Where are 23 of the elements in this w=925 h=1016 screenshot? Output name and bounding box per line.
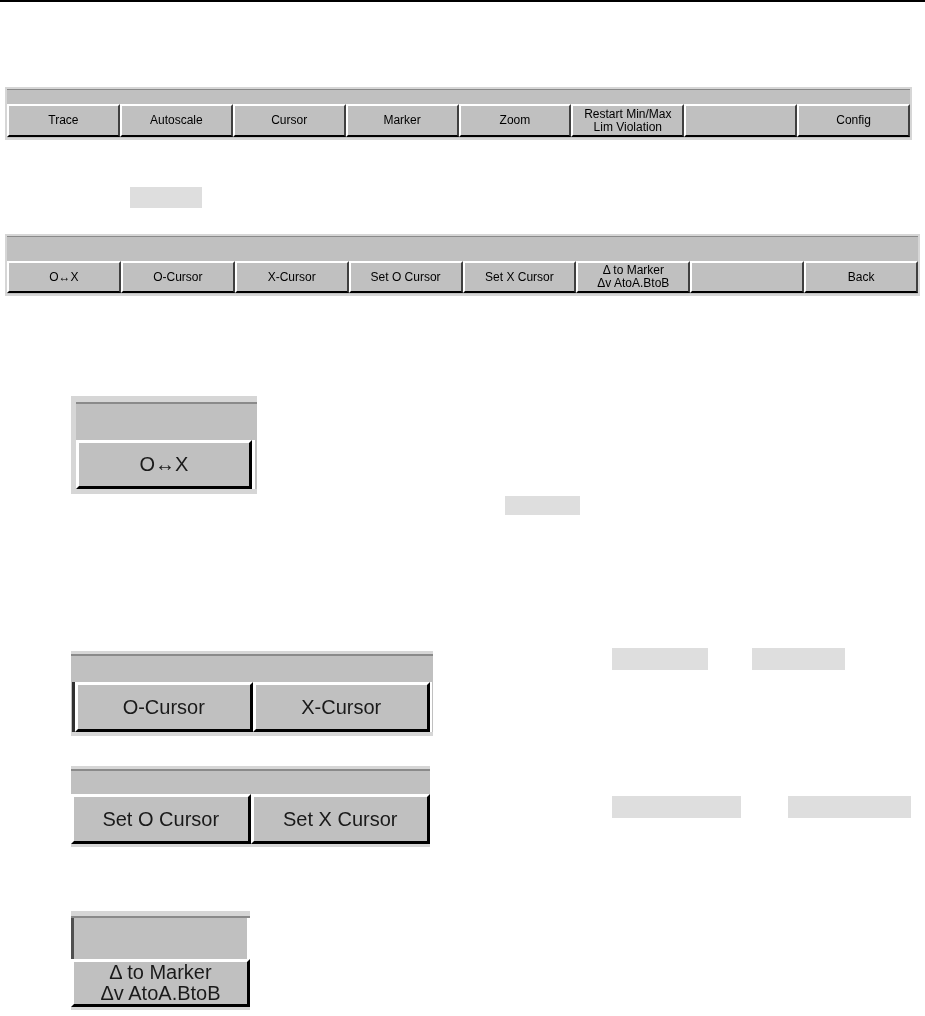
blank-softkey-button[interactable] (684, 104, 798, 137)
softkey-button[interactable]: O-Cursor (120, 261, 235, 293)
softkey-button[interactable]: Restart Min/Max Lim Violation (571, 104, 685, 137)
softkey-button[interactable]: O-Cursor (75, 682, 253, 732)
softkey-button[interactable]: Set X Cursor (462, 261, 577, 293)
softkey-button[interactable]: Set X Cursor (250, 794, 430, 844)
softkey-button[interactable]: Δ to Marker Δv AtoA.BtoB (576, 261, 691, 293)
softkey-button[interactable]: Δ to Marker Δv AtoA.BtoB (71, 959, 250, 1007)
softkey-button[interactable]: Autoscale (119, 104, 233, 137)
softkey-button[interactable]: X-Cursor (252, 682, 430, 732)
softkey-button[interactable]: X-Cursor (234, 261, 349, 293)
softkey-button[interactable]: Set O Cursor (348, 261, 463, 293)
softkey-button[interactable]: Zoom (458, 104, 572, 137)
softkey-button[interactable]: Set O Cursor (71, 794, 251, 844)
softkey-button[interactable]: Config (797, 104, 910, 137)
softkey-button[interactable]: Back (804, 261, 918, 293)
softkey-button[interactable]: Trace (7, 104, 120, 137)
softkey-button[interactable]: Marker (345, 104, 459, 137)
softkey-button[interactable]: Cursor (232, 104, 346, 137)
softkey-button[interactable]: O↔X (76, 440, 252, 489)
softkey-button[interactable]: O↔X (7, 261, 121, 293)
blank-softkey-button[interactable] (690, 261, 805, 293)
blank-highlight (130, 187, 202, 208)
